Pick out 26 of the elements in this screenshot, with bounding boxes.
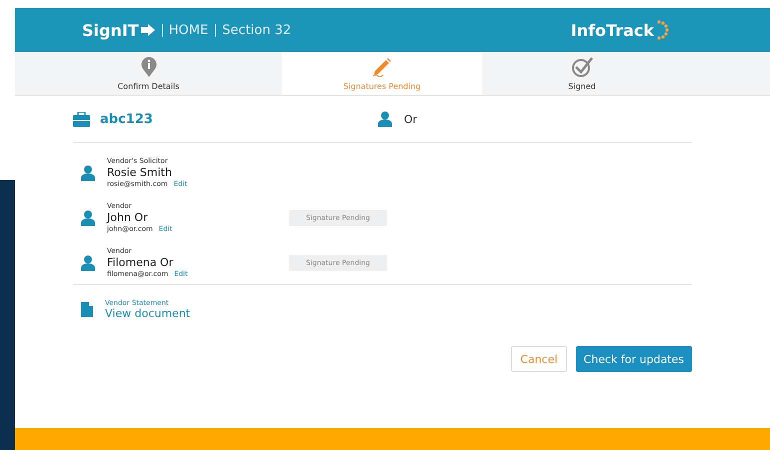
step-tab[interactable]: Confirm Details [15, 52, 282, 95]
party-name: Rosie Smith [107, 166, 173, 179]
person-icon [378, 111, 392, 127]
briefcase-icon [73, 112, 90, 126]
pen-icon [371, 56, 393, 76]
check-updates-button[interactable]: Check for updates [576, 346, 692, 372]
arrow-icon [140, 24, 155, 36]
person-icon [81, 210, 95, 226]
matter-reference[interactable]: abc123 [100, 112, 378, 126]
brand-name: SignIT [82, 20, 139, 40]
dotted-ring-icon [656, 20, 670, 40]
nav-link[interactable]: HOME [162, 24, 208, 36]
person-icon [81, 254, 95, 270]
logo-text: InfoTrack [570, 20, 654, 40]
checkmark-icon [571, 56, 593, 76]
cancel-button[interactable]: Cancel [511, 346, 567, 372]
step-tab[interactable]: Signatures Pending [282, 52, 482, 95]
view-document-link[interactable]: View document [105, 307, 190, 320]
step-tab[interactable]: Signed [482, 52, 682, 95]
info-pin-icon [140, 56, 156, 76]
party-name: John Or [107, 211, 149, 224]
document-icon [81, 302, 93, 317]
person-icon [81, 164, 95, 180]
client-name: Or [404, 112, 418, 126]
nav-link[interactable]: Section 32 [215, 24, 292, 36]
party-name: Filomena Or [107, 256, 174, 269]
